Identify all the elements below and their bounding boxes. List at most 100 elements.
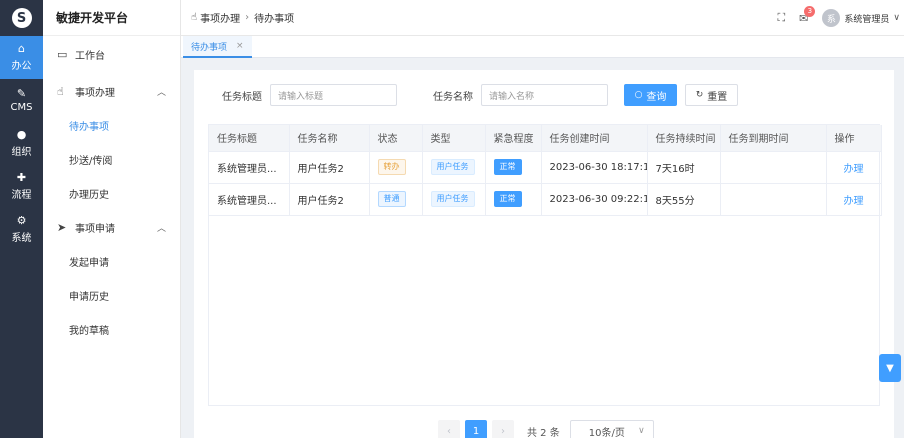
- cms-icon: ✎: [16, 87, 27, 100]
- avatar[interactable]: 系: [822, 9, 841, 27]
- chevron-down-icon: ∨: [638, 426, 645, 436]
- cell-duration: 7天16时: [647, 151, 721, 184]
- cell-type: 用户任务: [422, 183, 486, 216]
- reset-button[interactable]: ↻ 重置: [685, 84, 738, 106]
- cell-urgency: 正常: [485, 183, 542, 216]
- prev-page-button[interactable]: ‹: [438, 420, 460, 438]
- chevron-up-icon: ︿: [156, 87, 166, 98]
- rail-item-label: 组织: [11, 147, 32, 158]
- column-header: 类型: [422, 125, 486, 152]
- rail-item-cms[interactable]: ✎ CMS: [0, 79, 43, 122]
- type-badge: 用户任务: [430, 159, 475, 175]
- column-header: 操作: [826, 125, 882, 152]
- refresh-icon: ↻: [695, 90, 704, 100]
- gear-icon: ⚙: [16, 214, 27, 227]
- page-number-button[interactable]: 1: [465, 420, 487, 438]
- floating-tool-button[interactable]: ▼: [879, 354, 901, 382]
- cell-created: 2023-06-30 18:17:16: [541, 151, 648, 184]
- breadcrumb-item[interactable]: 事项办理: [200, 10, 240, 25]
- handle-link[interactable]: 办理: [844, 196, 864, 207]
- close-icon[interactable]: ×: [236, 41, 244, 51]
- reset-button-label: 重置: [707, 91, 728, 103]
- sidebar-item-label: 工作台: [75, 50, 105, 62]
- status-badge: 转办: [377, 159, 406, 175]
- app-logo[interactable]: S: [0, 0, 43, 36]
- cell-status: 转办: [369, 151, 423, 184]
- page-size-select[interactable]: 10条/页 ∨: [569, 420, 654, 438]
- title-input[interactable]: 请输入标题: [270, 84, 397, 106]
- cell-name: 用户任务2: [289, 151, 370, 184]
- brush-icon: ▼: [886, 362, 894, 374]
- name-input[interactable]: 请输入名称: [481, 84, 608, 106]
- notification-badge: 3: [804, 5, 816, 17]
- name-label: 任务名称: [433, 91, 473, 103]
- urgency-badge: 正常: [493, 191, 522, 207]
- chevron-up-icon: ︿: [156, 223, 166, 234]
- cell-due: [720, 183, 827, 216]
- cell-duration: 8天55分: [647, 183, 721, 216]
- tab-bar: 待办事项 ×: [181, 36, 904, 58]
- monitor-icon: ▭: [57, 47, 68, 61]
- top-header: ☝ 事项办理 › 待办事项 ⛶ ✉ 3 系 系统管理员 ∨: [181, 0, 904, 36]
- sidebar-group-handle[interactable]: ☝ 事项办理 ︿: [43, 74, 180, 108]
- cell-created: 2023-06-30 09:22:19: [541, 183, 648, 216]
- task-table: 任务标题 任务名称 状态 类型 紧急程度 任务创建时间 任务持续时间 任务到期时…: [208, 124, 882, 406]
- rail-item-label: 系统: [11, 233, 32, 244]
- status-badge: 普通: [377, 191, 406, 207]
- next-page-button[interactable]: ›: [492, 420, 514, 438]
- message-icon[interactable]: ✉ 3: [799, 5, 816, 25]
- title-label: 任务标题: [222, 91, 262, 103]
- sidebar-item-drafts[interactable]: 我的草稿: [43, 312, 180, 346]
- sidebar-item-start[interactable]: 发起申请: [43, 244, 180, 278]
- cell-title: 系统管理员...: [209, 183, 290, 216]
- rail-item-label: 流程: [11, 190, 32, 201]
- breadcrumb: ☝ 事项办理 › 待办事项: [181, 10, 294, 25]
- sidebar-item-history[interactable]: 办理历史: [43, 176, 180, 210]
- handle-link[interactable]: 办理: [844, 164, 864, 175]
- rail-item-org[interactable]: ● 组织: [0, 122, 43, 165]
- rail-item-flow[interactable]: ✚ 流程: [0, 165, 43, 208]
- chevron-down-icon[interactable]: ∨: [893, 13, 900, 23]
- total-count: 共 2 条: [527, 427, 560, 438]
- breadcrumb-current: 待办事项: [254, 14, 295, 25]
- pagination: ‹ 1 › 共 2 条 10条/页 ∨: [438, 420, 654, 438]
- query-button[interactable]: ○ 查询: [624, 84, 677, 106]
- column-header: 任务名称: [289, 125, 370, 152]
- column-header: 任务标题: [209, 125, 290, 152]
- tab-todo[interactable]: 待办事项 ×: [183, 36, 252, 58]
- sidebar-group-apply[interactable]: ➤ 事项申请 ︿: [43, 210, 180, 244]
- breadcrumb-separator-icon: ›: [245, 12, 250, 23]
- cell-action: 办理: [826, 183, 882, 216]
- logo-icon: S: [11, 8, 32, 28]
- search-form: 任务标题 请输入标题 任务名称 请输入名称: [222, 84, 608, 106]
- sidebar-item-todo[interactable]: 待办事项: [43, 108, 180, 142]
- user-icon: ●: [16, 128, 27, 141]
- sidebar: 敏捷开发平台 ▭ 工作台 ☝ 事项办理 ︿ 待办事项 抄送/传阅 办理历史 ➤ …: [43, 0, 181, 438]
- sidebar-group-label: 事项申请: [75, 223, 115, 235]
- table-row: 系统管理员... 用户任务2 转办 用户任务 正常 2023-06-30 18:…: [209, 151, 882, 184]
- query-button-label: 查询: [646, 91, 667, 103]
- column-header: 任务到期时间: [720, 125, 827, 152]
- fullscreen-icon[interactable]: ⛶: [777, 11, 785, 25]
- sidebar-item-workbench[interactable]: ▭ 工作台: [43, 37, 180, 71]
- rail-item-office[interactable]: ⌂ 办公: [0, 36, 43, 79]
- app-rail: S ⌂ 办公 ✎ CMS ● 组织 ✚ 流程 ⚙ 系统: [0, 0, 43, 438]
- table-header-row: 任务标题 任务名称 状态 类型 紧急程度 任务创建时间 任务持续时间 任务到期时…: [209, 125, 882, 152]
- type-badge: 用户任务: [430, 191, 475, 207]
- sidebar-item-apply-history[interactable]: 申请历史: [43, 278, 180, 312]
- brand-title: 敏捷开发平台: [43, 0, 180, 36]
- sidebar-item-cc[interactable]: 抄送/传阅: [43, 142, 180, 176]
- rail-item-system[interactable]: ⚙ 系统: [0, 208, 43, 251]
- hand-icon: ☝: [191, 12, 198, 23]
- search-icon: ○: [634, 90, 643, 100]
- cell-urgency: 正常: [485, 151, 542, 184]
- main-card: 任务标题 请输入标题 任务名称 请输入名称 ○ 查询 ↻ 重置 任务标题 任务名…: [194, 70, 894, 438]
- urgency-badge: 正常: [493, 159, 522, 175]
- cell-status: 普通: [369, 183, 423, 216]
- user-name[interactable]: 系统管理员: [844, 12, 889, 25]
- cell-due: [720, 151, 827, 184]
- cell-name: 用户任务2: [289, 183, 370, 216]
- tab-label: 待办事项: [191, 42, 228, 53]
- rail-item-label: CMS: [10, 102, 33, 113]
- rail-item-label: 办公: [11, 61, 32, 72]
